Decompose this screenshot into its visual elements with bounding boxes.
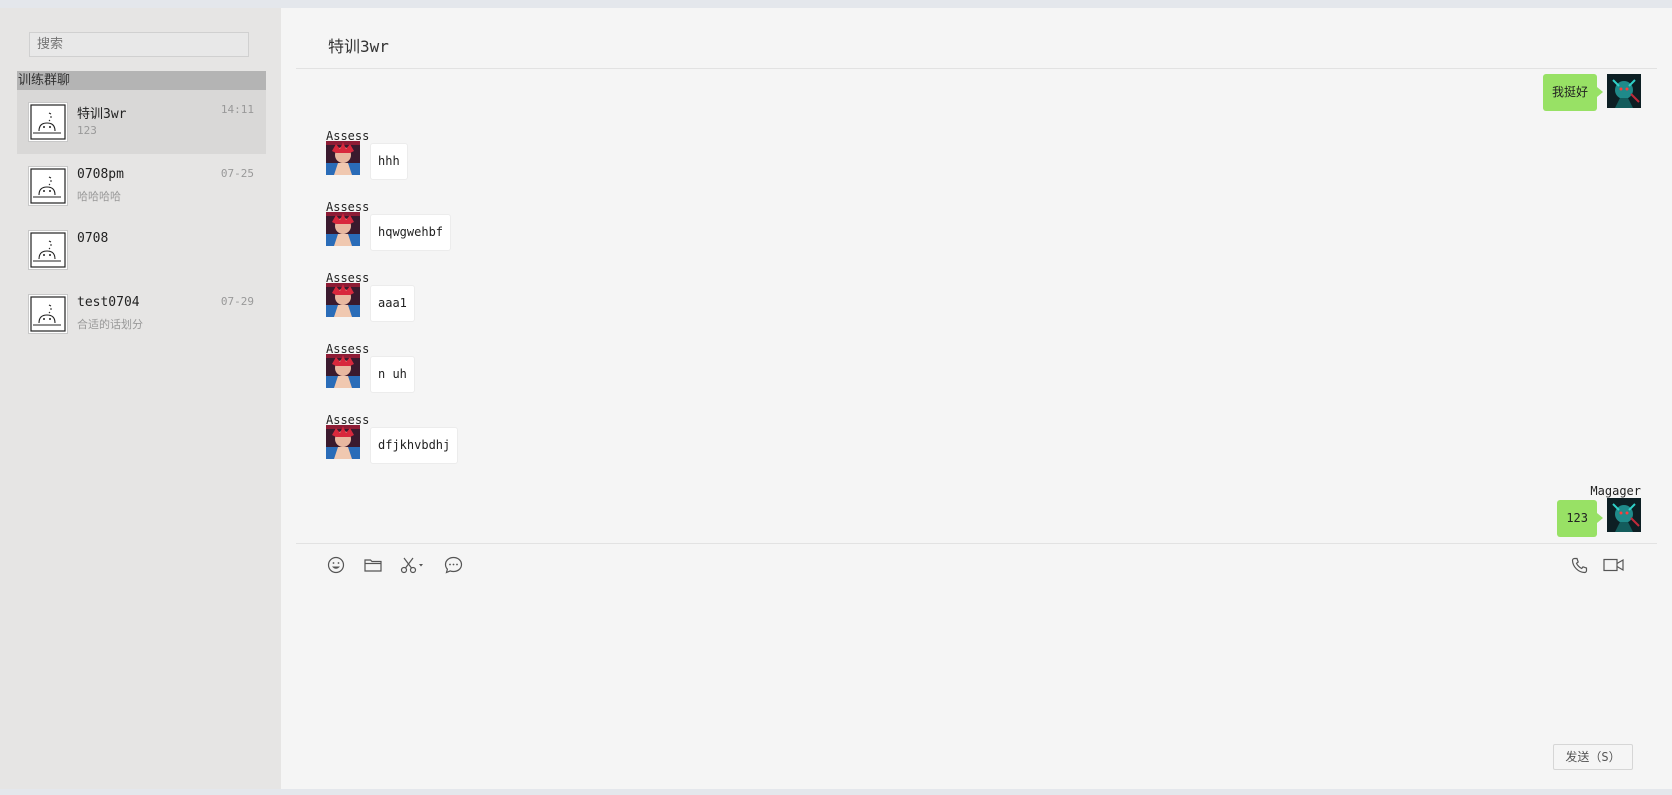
conversation-time: 07-29 — [220, 295, 254, 308]
conversation-item[interactable]: test0704 合适的话划分 07-29 — [17, 282, 266, 346]
conversation-preview: 123 — [77, 124, 97, 137]
message-bubble: n uh — [370, 356, 415, 393]
chat-panel: 特训3wr 我挺好 Assess hhh Assess hqwgwehbf As… — [281, 8, 1672, 789]
avatar — [1607, 498, 1641, 532]
composer-toolbar — [325, 554, 479, 576]
avatar — [326, 425, 360, 459]
conversation-item[interactable]: 0708 — [17, 218, 266, 282]
video-icon[interactable] — [1602, 554, 1624, 576]
chat-app-window: 训练群聊 特训3wr 123 14:11 0708pm 哈哈哈哈 07-25 0… — [0, 8, 1672, 789]
conversation-preview: 哈哈哈哈 — [77, 190, 121, 203]
conversation-item[interactable]: 0708pm 哈哈哈哈 07-25 — [17, 154, 266, 218]
message-bubble: hhh — [370, 143, 408, 180]
call-toolbar — [1556, 554, 1624, 576]
phone-icon[interactable] — [1568, 554, 1590, 576]
divider — [296, 543, 1657, 544]
group-header: 训练群聊 — [17, 71, 266, 90]
message-row: Assess hqwgwehbf — [326, 200, 626, 252]
message-bubble: dfjkhvbdhj — [370, 427, 459, 464]
avatar — [326, 212, 360, 246]
avatar — [28, 166, 68, 206]
message-row: Magager 123 — [1372, 484, 1672, 539]
avatar — [1607, 74, 1641, 108]
scissors-icon[interactable] — [399, 554, 427, 576]
sidebar: 训练群聊 特训3wr 123 14:11 0708pm 哈哈哈哈 07-25 0… — [0, 8, 281, 789]
conversation-name: 0708pm — [77, 167, 124, 182]
folder-icon[interactable] — [362, 554, 384, 576]
emoji-icon[interactable] — [325, 554, 347, 576]
message-bubble: aaa1 — [370, 285, 415, 322]
search-input[interactable] — [29, 32, 249, 57]
conversation-time: 07-25 — [220, 167, 254, 180]
message-row: Assess dfjkhvbdhj — [326, 413, 626, 465]
avatar — [28, 102, 68, 142]
message-input[interactable] — [326, 586, 1626, 716]
conversation-name: 特训3wr — [77, 107, 127, 122]
chat-title: 特训3wr — [328, 37, 389, 56]
message-row: Assess hhh — [326, 129, 626, 181]
conversation-list: 特训3wr 123 14:11 0708pm 哈哈哈哈 07-25 0708 t… — [17, 90, 266, 346]
message-bubble: hqwgwehbf — [370, 214, 452, 251]
send-button[interactable]: 发送（S） — [1553, 744, 1633, 770]
avatar — [326, 141, 360, 175]
message-bubble: 我挺好 — [1542, 74, 1604, 111]
message-bubble: 123 — [1557, 500, 1603, 537]
message-row: Assess aaa1 — [326, 271, 626, 323]
message-row: 我挺好 — [1372, 69, 1672, 111]
conversation-preview: 合适的话划分 — [77, 318, 143, 331]
avatar — [28, 294, 68, 334]
message-row: Assess n uh — [326, 342, 626, 394]
conversation-name: 0708 — [77, 231, 109, 246]
sender-name: Magager — [1590, 484, 1641, 498]
avatar — [28, 230, 68, 270]
avatar — [326, 283, 360, 317]
message-list[interactable]: 我挺好 Assess hhh Assess hqwgwehbf Assess a… — [281, 69, 1672, 543]
conversation-time: 14:11 — [220, 103, 254, 116]
conversation-item[interactable]: 特训3wr 123 14:11 — [17, 90, 266, 154]
avatar — [326, 354, 360, 388]
chat-bubble-icon[interactable] — [442, 554, 464, 576]
conversation-name: test0704 — [77, 295, 140, 310]
